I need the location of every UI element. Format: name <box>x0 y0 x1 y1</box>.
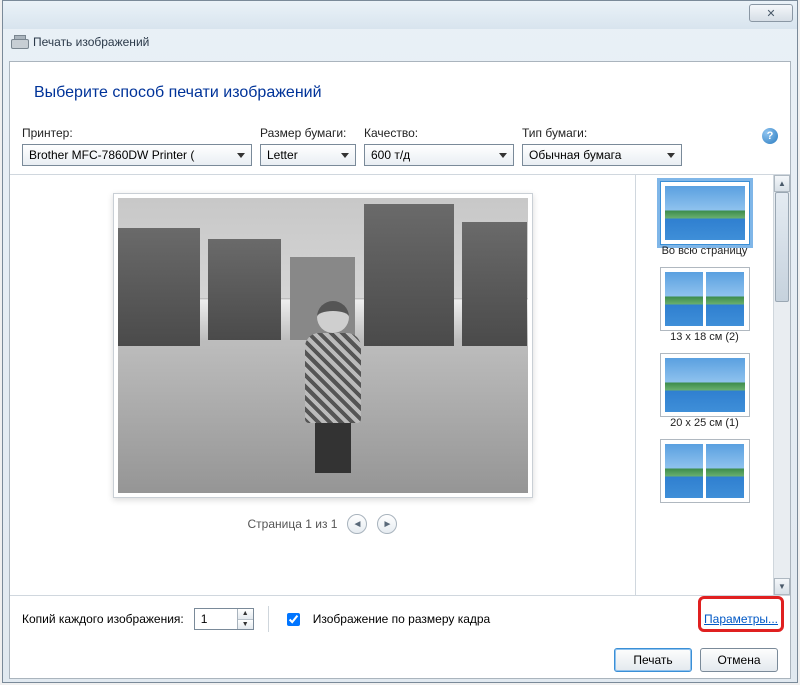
quality-value: 600 т/д <box>371 148 410 162</box>
footer-row: Копий каждого изображения: ▲ ▼ Изображен… <box>10 596 790 642</box>
divider <box>268 606 269 632</box>
printer-label: Принтер: <box>22 126 252 140</box>
page-preview <box>113 193 533 498</box>
copies-spinner[interactable]: ▲ ▼ <box>194 608 254 630</box>
app-title-row: Печать изображений <box>3 29 797 55</box>
paper-type-value: Обычная бумага <box>529 148 621 162</box>
layout-thumb <box>660 181 750 245</box>
layout-label: 20 x 25 см (1) <box>670 417 739 429</box>
chevron-left-icon: ◄ <box>353 519 363 530</box>
layout-label: Во всю страницу <box>662 245 748 257</box>
pager: Страница 1 из 1 ◄ ► <box>248 514 398 534</box>
printer-select[interactable]: Brother MFC-7860DW Printer ( <box>22 144 252 166</box>
help-glyph: ? <box>767 130 774 142</box>
options-link[interactable]: Параметры... <box>704 612 778 626</box>
dialog-buttons: Печать Отмена <box>10 642 790 678</box>
help-icon[interactable]: ? <box>762 128 778 144</box>
dialog-header: Выберите способ печати изображений <box>10 62 790 116</box>
paper-type-column: Тип бумаги: Обычная бумага <box>522 126 682 166</box>
fit-frame-checkbox[interactable] <box>287 613 300 626</box>
print-button[interactable]: Печать <box>614 648 692 672</box>
copies-input[interactable] <box>195 609 237 629</box>
fit-frame-label: Изображение по размеру кадра <box>313 612 490 626</box>
chevron-right-icon: ► <box>383 519 393 530</box>
scroll-track[interactable] <box>774 192 790 578</box>
printer-value: Brother MFC-7860DW Printer ( <box>29 148 194 162</box>
window-close-button[interactable]: ✕ <box>749 4 793 22</box>
paper-size-select[interactable]: Letter <box>260 144 356 166</box>
printer-column: Принтер: Brother MFC-7860DW Printer ( <box>22 126 252 166</box>
quality-column: Качество: 600 т/д <box>364 126 514 166</box>
dialog-body: Выберите способ печати изображений Принт… <box>9 61 791 679</box>
print-dialog: ✕ Печать изображений Выберите способ печ… <box>2 0 798 683</box>
next-page-button[interactable]: ► <box>377 514 397 534</box>
scroll-up-button[interactable]: ▲ <box>774 175 790 192</box>
layout-pane: Во всю страницу 13 x 18 см (2) 20 x 25 см … <box>635 175 790 595</box>
layout-option-1[interactable]: 13 x 18 см (2) <box>640 267 769 343</box>
close-icon: ✕ <box>766 7 775 20</box>
copies-down-button[interactable]: ▼ <box>238 620 253 630</box>
print-button-label: Печать <box>633 653 672 667</box>
paper-type-label: Тип бумаги: <box>522 126 682 140</box>
app-title: Печать изображений <box>33 35 149 49</box>
titlebar: ✕ <box>3 1 797 29</box>
scroll-thumb[interactable] <box>775 192 789 302</box>
layout-option-3[interactable] <box>640 439 769 503</box>
copies-label: Копий каждого изображения: <box>22 612 184 626</box>
cancel-button-label: Отмена <box>717 653 760 667</box>
dialog-heading: Выберите способ печати изображений <box>34 84 766 102</box>
chevron-up-icon: ▲ <box>778 179 786 188</box>
layout-option-0[interactable]: Во всю страницу <box>640 181 769 257</box>
layout-thumb <box>660 439 750 503</box>
pager-text: Страница 1 из 1 <box>248 517 338 531</box>
copies-up-button[interactable]: ▲ <box>238 609 253 620</box>
preview-image <box>118 198 528 493</box>
quality-select[interactable]: 600 т/д <box>364 144 514 166</box>
cancel-button[interactable]: Отмена <box>700 648 778 672</box>
preview-pane: Страница 1 из 1 ◄ ► <box>10 175 635 595</box>
paper-size-label: Размер бумаги: <box>260 126 356 140</box>
printer-icon <box>11 35 27 49</box>
main-area: Страница 1 из 1 ◄ ► Во всю страницу 13 x … <box>10 174 790 596</box>
layout-label: 13 x 18 см (2) <box>670 331 739 343</box>
quality-label: Качество: <box>364 126 514 140</box>
print-options-row: Принтер: Brother MFC-7860DW Printer ( Ра… <box>10 116 790 174</box>
prev-page-button[interactable]: ◄ <box>347 514 367 534</box>
layout-thumb <box>660 353 750 417</box>
layout-list: Во всю страницу 13 x 18 см (2) 20 x 25 см … <box>636 175 773 595</box>
layout-option-2[interactable]: 20 x 25 см (1) <box>640 353 769 429</box>
layout-thumb <box>660 267 750 331</box>
paper-size-value: Letter <box>267 148 298 162</box>
paper-size-column: Размер бумаги: Letter <box>260 126 356 166</box>
paper-type-select[interactable]: Обычная бумага <box>522 144 682 166</box>
layout-scrollbar[interactable]: ▲ ▼ <box>773 175 790 595</box>
scroll-down-button[interactable]: ▼ <box>774 578 790 595</box>
chevron-down-icon: ▼ <box>778 582 786 591</box>
